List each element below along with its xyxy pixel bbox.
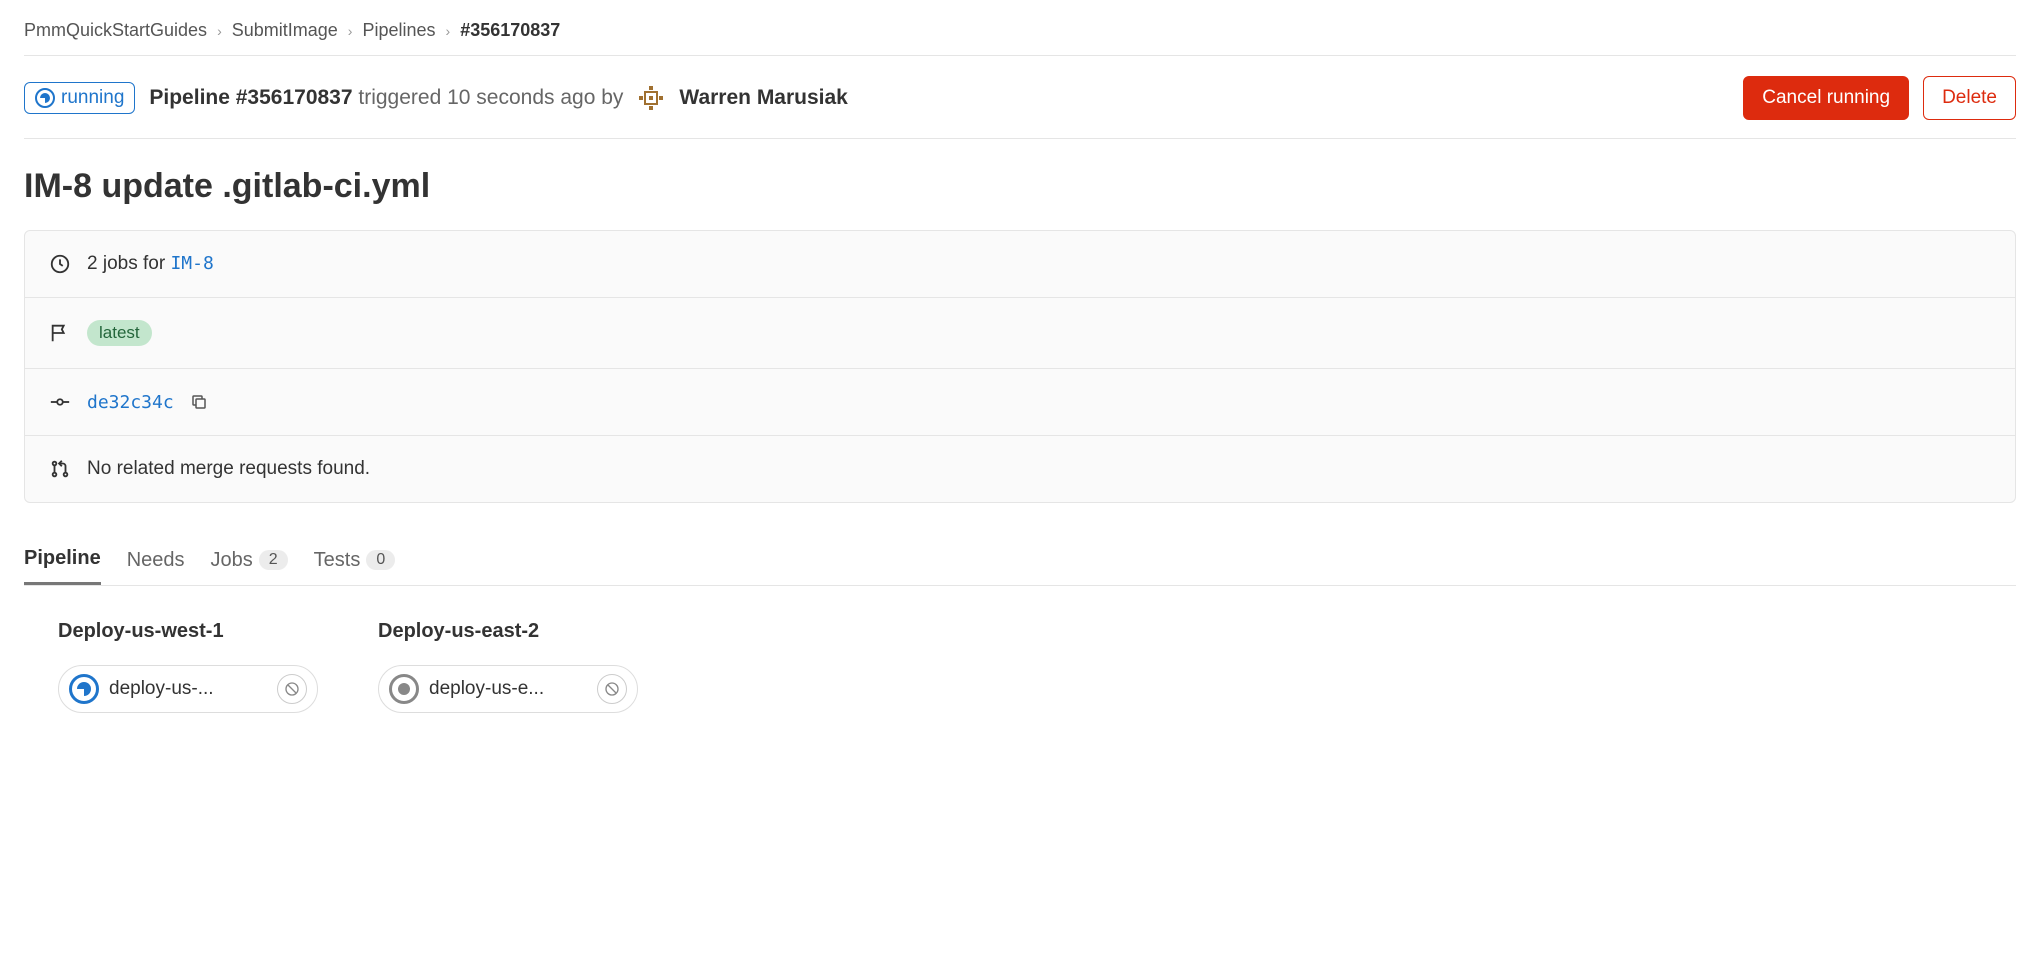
- job-name: deploy-us-e...: [429, 678, 587, 700]
- pipeline-info-panel: 2 jobs for IM-8 latest de32c34c No relat…: [24, 230, 2016, 503]
- chevron-right-icon: ›: [217, 23, 222, 39]
- pipeline-tabs: Pipeline Needs Jobs2 Tests0: [24, 535, 2016, 586]
- tab-jobs[interactable]: Jobs2: [211, 535, 288, 585]
- job-name: deploy-us-...: [109, 678, 267, 700]
- flag-icon: [49, 322, 71, 344]
- status-badge[interactable]: running: [24, 82, 135, 114]
- tab-tests[interactable]: Tests0: [314, 535, 396, 585]
- breadcrumb-current: #356170837: [460, 20, 560, 41]
- job-pill[interactable]: deploy-us-...: [58, 665, 318, 713]
- created-icon: [389, 674, 419, 704]
- running-icon: [35, 88, 55, 108]
- breadcrumb-item[interactable]: SubmitImage: [232, 20, 338, 41]
- jobs-count-text: 2 jobs for IM-8: [87, 253, 214, 275]
- cancel-running-button[interactable]: Cancel running: [1743, 76, 1909, 120]
- chevron-right-icon: ›: [348, 23, 353, 39]
- breadcrumb-item[interactable]: PmmQuickStartGuides: [24, 20, 207, 41]
- avatar[interactable]: [637, 84, 665, 112]
- breadcrumb-item[interactable]: Pipelines: [362, 20, 435, 41]
- author-name[interactable]: Warren Marusiak: [679, 86, 847, 110]
- stage-title: Deploy-us-east-2: [378, 620, 638, 643]
- page-title: IM-8 update .gitlab-ci.yml: [24, 167, 2016, 206]
- cancel-job-icon[interactable]: [277, 674, 307, 704]
- stage-title: Deploy-us-west-1: [58, 620, 318, 643]
- pipeline-header: running Pipeline #356170837 triggered 10…: [24, 56, 2016, 139]
- latest-tag: latest: [87, 320, 152, 346]
- merge-request-icon: [49, 458, 71, 480]
- tab-pipeline[interactable]: Pipeline: [24, 535, 101, 585]
- breadcrumb: PmmQuickStartGuides › SubmitImage › Pipe…: [24, 20, 2016, 56]
- branch-link[interactable]: IM-8: [170, 253, 213, 274]
- delete-button[interactable]: Delete: [1923, 76, 2016, 120]
- tab-needs[interactable]: Needs: [127, 535, 185, 585]
- commit-sha-link[interactable]: de32c34c: [87, 392, 174, 413]
- stage-column: Deploy-us-west-1 deploy-us-...: [58, 620, 318, 713]
- merge-requests-text: No related merge requests found.: [87, 458, 370, 480]
- cancel-job-icon[interactable]: [597, 674, 627, 704]
- job-pill[interactable]: deploy-us-e...: [378, 665, 638, 713]
- running-icon: [69, 674, 99, 704]
- clock-icon: [49, 253, 71, 275]
- chevron-right-icon: ›: [446, 23, 451, 39]
- copy-icon[interactable]: [190, 393, 208, 411]
- pipeline-trigger-text: Pipeline #356170837 triggered 10 seconds…: [149, 86, 623, 110]
- commit-icon: [49, 391, 71, 413]
- status-label: running: [61, 87, 124, 109]
- stage-column: Deploy-us-east-2 deploy-us-e...: [378, 620, 638, 713]
- pipeline-stages: Deploy-us-west-1 deploy-us-... Deploy-us…: [58, 620, 2016, 713]
